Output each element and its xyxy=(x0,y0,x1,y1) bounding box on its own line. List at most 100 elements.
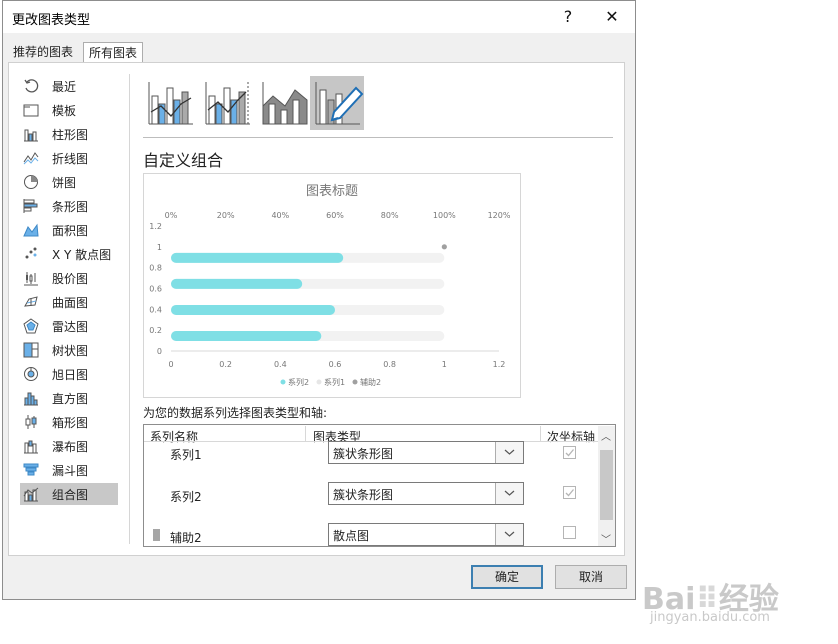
sidebar-item-label: 树状图 xyxy=(52,344,89,358)
legend-marker xyxy=(316,379,322,385)
column-chart-icon xyxy=(23,126,39,142)
line-chart-icon xyxy=(23,150,39,166)
left-axis-tick-label: 0.4 xyxy=(149,305,162,314)
sidebar-item-label: 组合图 xyxy=(52,488,89,502)
scrollbar-thumb[interactable] xyxy=(600,450,613,520)
scroll-down-icon[interactable]: ﹀ xyxy=(601,531,611,546)
sidebar-item-area-chart[interactable]: 面积图 xyxy=(20,219,118,241)
sidebar-item-radar-chart[interactable]: 雷达图 xyxy=(20,315,118,337)
tab-all-charts[interactable]: 所有图表 xyxy=(83,42,144,63)
cancel-button[interactable]: 取消 xyxy=(555,565,627,589)
top-axis-tick-label: 100% xyxy=(433,211,456,220)
scroll-up-icon[interactable]: ︿ xyxy=(601,428,611,443)
left-axis-tick-label: 0.6 xyxy=(149,285,162,294)
column-divider xyxy=(540,426,541,442)
custom-combination-icon[interactable] xyxy=(310,76,364,130)
chevron-down-icon[interactable] xyxy=(495,483,523,504)
top-axis-tick-label: 80% xyxy=(381,211,399,220)
bar-chart-icon xyxy=(23,198,39,214)
left-axis-tick-label: 0.2 xyxy=(149,326,162,335)
legend-label: 辅助2 xyxy=(360,377,381,387)
secondary-axis-checkbox-2[interactable] xyxy=(563,486,576,499)
chart-type-select-3[interactable]: 散点图 xyxy=(328,523,524,546)
bottom-axis-tick-label: 0.2 xyxy=(219,360,232,369)
title-bar: 更改图表类型 ? ✕ xyxy=(3,1,635,33)
clustered-column-line-secondary-axis-icon[interactable] xyxy=(200,76,254,130)
sidebar-item-waterfall-chart[interactable]: 瀑布图 xyxy=(20,435,118,457)
chart-type-value: 散点图 xyxy=(333,529,370,543)
bar-series2 xyxy=(171,330,322,341)
sidebar-item-scatter-chart[interactable]: X Y 散点图 xyxy=(20,243,118,265)
chart-type-value: 簇状条形图 xyxy=(333,488,394,502)
sidebar-item-treemap-chart[interactable]: 树状图 xyxy=(20,339,118,361)
dialog-title: 更改图表类型 xyxy=(12,13,91,28)
chart-title: 图表标题 xyxy=(306,184,358,199)
bottom-axis-tick-label: 0.4 xyxy=(274,360,287,369)
sidebar-item-label: 旭日图 xyxy=(52,368,89,382)
tab-recommended-charts[interactable]: 推荐的图表 xyxy=(8,42,78,62)
sidebar-item-funnel-chart[interactable]: 漏斗图 xyxy=(20,459,118,481)
sidebar-item-label: 直方图 xyxy=(52,392,89,406)
legend-marker xyxy=(352,379,358,385)
left-axis-tick-label: 0 xyxy=(157,347,162,356)
surface-chart-icon xyxy=(23,294,39,310)
series-color-swatch xyxy=(153,529,160,541)
chevron-down-icon[interactable] xyxy=(495,442,523,463)
sidebar-item-combo-chart[interactable]: 组合图 xyxy=(20,483,118,505)
bottom-axis-tick-label: 1 xyxy=(442,360,447,369)
box-whisker-chart-icon xyxy=(23,414,39,430)
sidebar-item-surface-chart[interactable]: 曲面图 xyxy=(20,291,118,313)
stock-chart-icon xyxy=(23,270,39,286)
sidebar-item-label: 曲面图 xyxy=(52,296,89,310)
sidebar-item-pie-chart[interactable]: 饼图 xyxy=(20,171,118,193)
legend-label: 系列1 xyxy=(324,377,345,387)
clustered-column-line-icon[interactable] xyxy=(143,76,197,130)
close-button[interactable]: ✕ xyxy=(597,5,627,29)
sidebar-item-bar-chart[interactable]: 条形图 xyxy=(20,195,118,217)
stacked-area-clustered-column-icon[interactable] xyxy=(257,76,311,130)
sidebar-item-label: 雷达图 xyxy=(52,320,89,334)
ok-button[interactable]: 确定 xyxy=(471,565,543,589)
top-axis-tick-label: 20% xyxy=(217,211,235,220)
chart-svg: 图表标题 0% 20% 40% 60% 80% 100% 120% 0 0.2 0.4 0.6 0.8 1… xyxy=(149,184,511,387)
chart-type-select-1[interactable]: 簇状条形图 xyxy=(328,441,524,464)
sidebar-item-label: 柱形图 xyxy=(52,128,89,142)
sidebar-item-label: 箱形图 xyxy=(52,416,89,430)
top-axis-tick-label: 40% xyxy=(271,211,289,220)
top-axis-tick-label: 120% xyxy=(488,211,511,220)
left-axis-tick-label: 1.2 xyxy=(149,222,162,231)
chart-preview: 图表标题 0% 20% 40% 60% 80% 100% 120% 0 0.2 0.4 0.6 0.8 1… xyxy=(143,173,521,398)
sidebar-item-label: 瀑布图 xyxy=(52,440,89,454)
sidebar-item-line-chart[interactable]: 折线图 xyxy=(20,147,118,169)
series-name-2: 系列2 xyxy=(170,490,202,504)
sidebar-item-label: 条形图 xyxy=(52,200,89,214)
help-button[interactable]: ? xyxy=(553,5,583,29)
secondary-axis-checkbox-3[interactable] xyxy=(563,526,576,539)
series-name-3: 辅助2 xyxy=(170,531,202,545)
legend-label: 系列2 xyxy=(288,377,309,387)
recent-icon xyxy=(23,78,39,94)
template-folder-icon xyxy=(23,102,39,118)
chevron-down-icon[interactable] xyxy=(495,524,523,545)
sidebar-item-column-chart[interactable]: 柱形图 xyxy=(20,123,118,145)
sidebar-item-label: 面积图 xyxy=(52,224,89,238)
left-axis-tick-label: 0.8 xyxy=(149,264,162,273)
histogram-chart-icon xyxy=(23,390,39,406)
bar-series2 xyxy=(171,278,303,289)
series-table-prompt: 为您的数据系列选择图表类型和轴: xyxy=(143,406,328,420)
bottom-axis-tick-label: 0.8 xyxy=(383,360,396,369)
sidebar-item-label: X Y 散点图 xyxy=(52,248,112,262)
sunburst-chart-icon xyxy=(23,366,39,382)
sidebar-item-sunburst-chart[interactable]: 旭日图 xyxy=(20,363,118,385)
sidebar-item-recent[interactable]: 最近 xyxy=(20,75,118,97)
sidebar-item-stock-chart[interactable]: 股价图 xyxy=(20,267,118,289)
bar-series2 xyxy=(171,252,344,263)
chart-type-select-2[interactable]: 簇状条形图 xyxy=(328,482,524,505)
secondary-axis-checkbox-1[interactable] xyxy=(563,446,576,459)
column-header-series-name: 系列名称 xyxy=(150,430,199,444)
sidebar-item-histogram-chart[interactable]: 直方图 xyxy=(20,387,118,409)
sidebar-item-template-folder[interactable]: 模板 xyxy=(20,99,118,121)
sidebar-item-box-whisker-chart[interactable]: 箱形图 xyxy=(20,411,118,433)
funnel-chart-icon xyxy=(23,462,39,478)
sidebar-divider xyxy=(129,74,130,544)
